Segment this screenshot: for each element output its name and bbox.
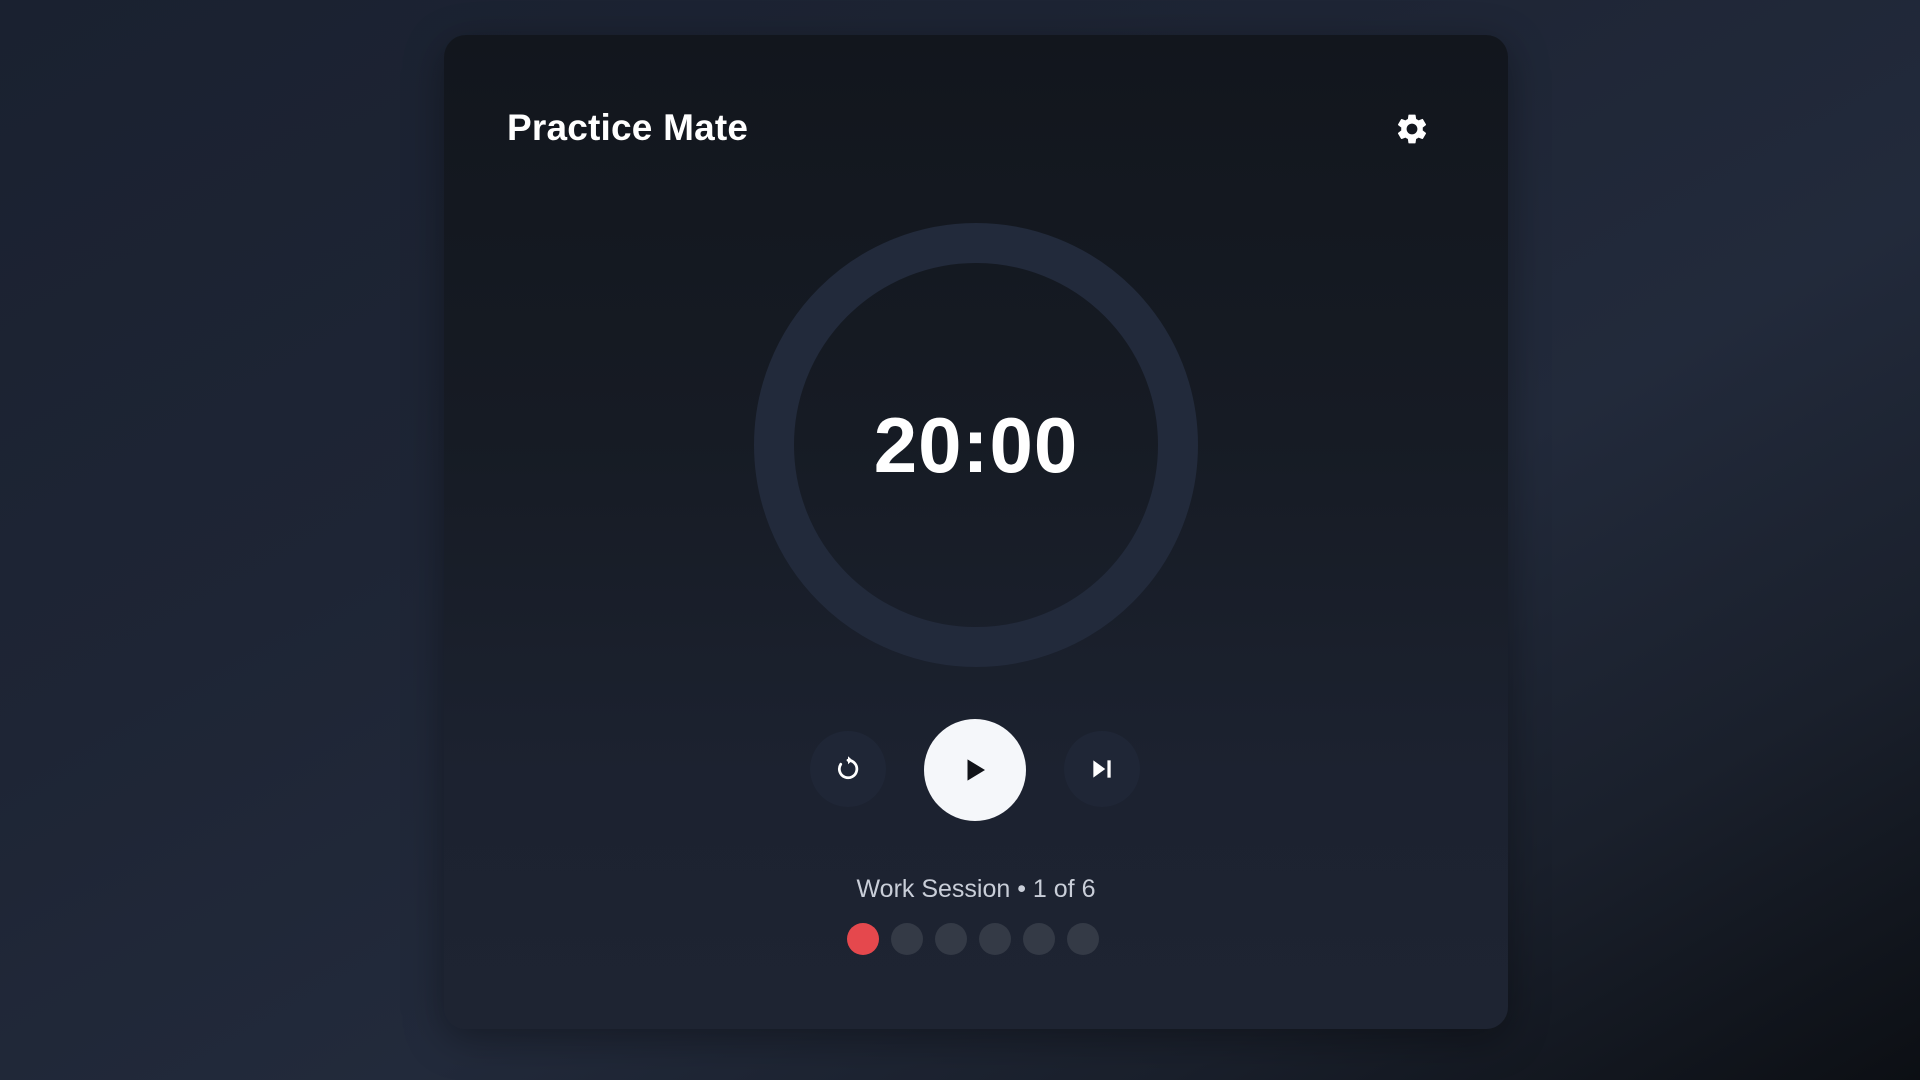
gear-icon xyxy=(1397,114,1427,144)
session-dot xyxy=(1023,923,1055,955)
timer-card: Practice Mate 20:00 Work Session • 1 of … xyxy=(444,35,1508,1029)
session-progress-dots xyxy=(847,923,1099,955)
reset-button[interactable] xyxy=(810,731,886,807)
play-button[interactable] xyxy=(924,719,1026,821)
session-label: Work Session • 1 of 6 xyxy=(856,875,1096,903)
settings-button[interactable] xyxy=(1392,109,1432,149)
skip-button[interactable] xyxy=(1064,731,1140,807)
session-dot xyxy=(891,923,923,955)
reset-icon xyxy=(837,756,859,780)
session-dot xyxy=(979,923,1011,955)
app-title: Practice Mate xyxy=(507,107,749,148)
skip-next-icon xyxy=(1093,760,1111,778)
session-dot xyxy=(847,923,879,955)
play-icon xyxy=(967,759,985,781)
session-dot xyxy=(1067,923,1099,955)
timer-display: 20:00 xyxy=(873,400,1079,489)
session-dot xyxy=(935,923,967,955)
